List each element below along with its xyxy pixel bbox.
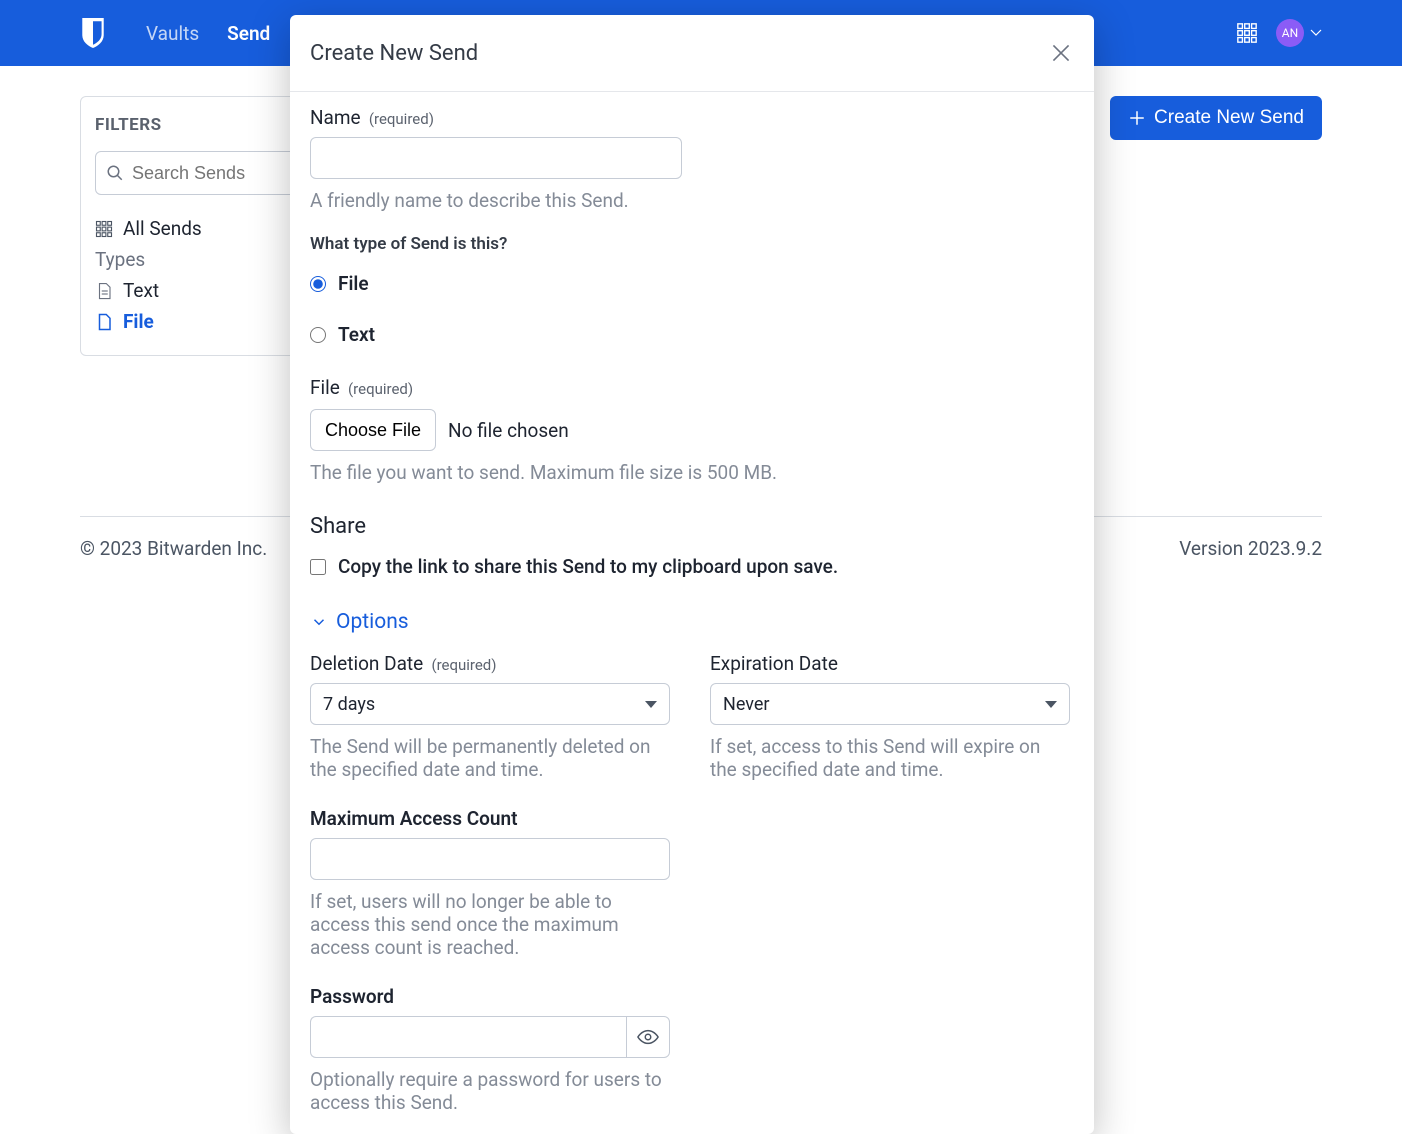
file-icon [95,313,113,331]
deletion-help: The Send will be permanently deleted on … [310,735,670,781]
create-send-modal: Create New Send Name (required) A friend… [290,15,1094,1134]
modal-title: Create New Send [310,41,478,66]
dropdown-icon [645,701,657,708]
choose-file-button[interactable]: Choose File [310,409,436,451]
deletion-required: (required) [431,656,496,674]
filter-all-sends-label: All Sends [123,217,202,240]
type-text-label: Text [338,323,375,346]
expiration-value: Never [723,694,770,715]
password-label: Password [310,985,1074,1008]
type-text-radio[interactable] [310,327,326,343]
deletion-select[interactable]: 7 days [310,683,670,725]
name-required: (required) [369,110,434,128]
password-help: Optionally require a password for users … [310,1068,670,1114]
close-icon[interactable] [1048,40,1074,66]
copy-link-checkbox[interactable] [310,559,326,575]
file-required: (required) [348,380,413,398]
no-file-chosen: No file chosen [448,419,569,442]
type-file-radio[interactable] [310,276,326,292]
eye-icon [637,1026,659,1048]
name-help: A friendly name to describe this Send. [310,189,1074,212]
options-label: Options [336,610,409,634]
max-access-label: Maximum Access Count [310,807,1074,830]
type-file-label: File [338,272,369,295]
filter-file-label: File [123,310,154,333]
nav-vaults[interactable]: Vaults [146,22,199,45]
password-input[interactable] [310,1016,626,1058]
modal-header: Create New Send [290,15,1094,92]
type-file-option[interactable]: File [310,264,1074,303]
share-title: Share [310,514,1074,539]
nav-send[interactable]: Send [227,22,270,45]
chevron-down-icon [310,613,328,631]
file-label: File [310,376,340,399]
deletion-label: Deletion Date [310,652,423,675]
max-access-help: If set, users will no longer be able to … [310,890,670,959]
type-question: What type of Send is this? [310,234,1074,254]
name-input[interactable] [310,137,682,179]
filter-text-label: Text [123,279,159,302]
caret-down-icon [1310,29,1322,37]
app-logo-icon [80,18,106,48]
footer-version: Version 2023.9.2 [1179,537,1322,560]
search-icon [106,164,124,182]
copy-link-option[interactable]: Copy the link to share this Send to my c… [310,547,1074,586]
dropdown-icon [1045,701,1057,708]
file-help: The file you want to send. Maximum file … [310,461,1074,484]
text-file-icon [95,282,113,300]
max-access-input[interactable] [310,838,670,880]
options-toggle[interactable]: Options [310,610,1074,634]
modal-body[interactable]: Name (required) A friendly name to descr… [290,92,1094,1134]
create-new-send-label: Create New Send [1154,107,1304,129]
plus-icon [1128,109,1146,127]
avatar: AN [1276,19,1304,47]
expiration-help: If set, access to this Send will expire … [710,735,1070,781]
name-label: Name [310,106,361,129]
type-text-option[interactable]: Text [310,315,1074,354]
copy-link-label: Copy the link to share this Send to my c… [338,555,838,578]
app-switcher-icon[interactable] [1236,22,1258,44]
grid-icon [95,220,113,238]
account-menu[interactable]: AN [1276,19,1322,47]
deletion-value: 7 days [323,694,375,715]
create-new-send-button[interactable]: Create New Send [1110,96,1322,140]
expiration-label: Expiration Date [710,652,838,675]
footer-copyright: © 2023 Bitwarden Inc. [80,537,267,560]
toggle-password-visibility[interactable] [626,1016,670,1058]
expiration-select[interactable]: Never [710,683,1070,725]
